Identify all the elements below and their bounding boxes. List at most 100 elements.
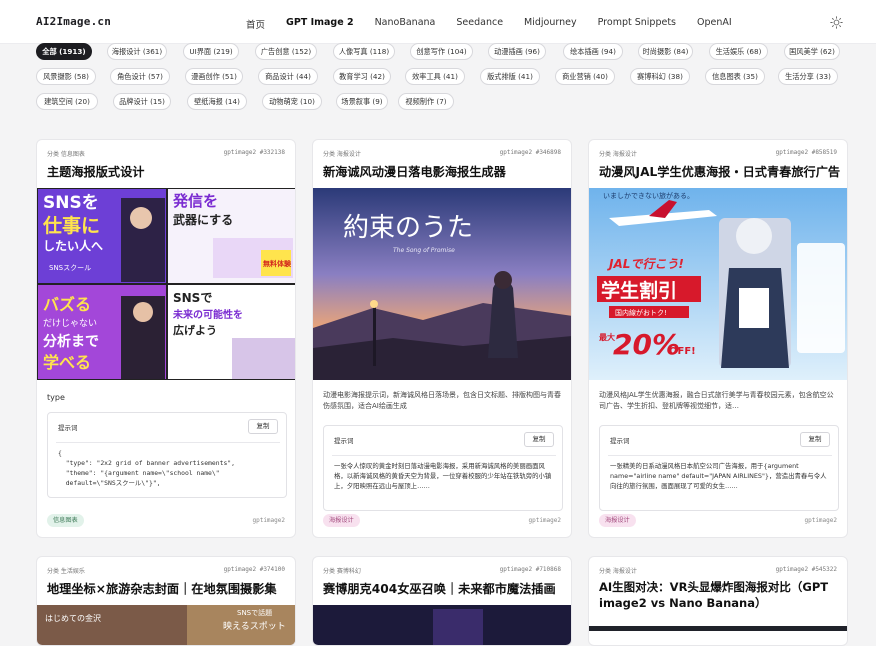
card-image[interactable]: [313, 605, 571, 645]
copy-button[interactable]: 复制: [524, 432, 554, 447]
card-title[interactable]: 新海诚风动漫日落电影海报生成器: [323, 162, 506, 180]
main-nav: 首页 GPT Image 2 NanoBanana Seedance Midjo…: [246, 17, 753, 31]
top-navigation-bar: AI2Image.cn 首页 GPT Image 2 NanoBanana Se…: [0, 0, 876, 44]
filter-chip[interactable]: 国风美学 (62): [784, 43, 840, 60]
prompt-box: 提示词 复制 一张令人惊叹的黄金时刻日落动漫电影海报，采用新海诚风格的美丽画面风…: [323, 425, 563, 511]
poster-text: 学べる: [43, 353, 91, 372]
filter-chip[interactable]: 品牌设计 (15): [113, 93, 171, 110]
filter-chip[interactable]: 生活娱乐 (68): [709, 43, 768, 60]
filter-chip[interactable]: 版式排版 (41): [480, 68, 540, 85]
nav-prompt-snippets[interactable]: Prompt Snippets: [598, 17, 676, 31]
prompt-text: { "type": "2x2 grid of banner advertisem…: [58, 449, 235, 487]
filter-chip[interactable]: 商业营销 (40): [555, 68, 615, 85]
divider: [608, 455, 832, 456]
card-tag[interactable]: 海报设计: [323, 514, 360, 527]
card-tag[interactable]: 信息图表: [47, 514, 84, 527]
card-image[interactable]: SNSを 仕事に したい人へ SNSスクール 発信を 武器にする 無料体験 バズ…: [37, 188, 295, 380]
filter-chip[interactable]: 视频制作 (7): [398, 93, 454, 110]
card-category: 分类 海报设计: [599, 568, 637, 575]
filter-chip[interactable]: 生活分享 (33): [778, 68, 838, 85]
prompt-label: 提示词: [58, 424, 78, 432]
card-type-label: type: [47, 393, 65, 402]
prompt-label: 提示词: [610, 437, 630, 445]
poster-text: 無料体験: [263, 259, 292, 268]
prompt-card[interactable]: 分类 海报设计 gptimage2 #545322 AI生图对决：VR头显爆炸图…: [588, 556, 848, 646]
filter-chip[interactable]: 漫画创作 (51): [185, 68, 243, 85]
nav-nanobanana[interactable]: NanoBanana: [375, 17, 436, 31]
card-id: gptimage2 #332138: [223, 149, 285, 156]
filter-chip[interactable]: 动物萌宠 (10): [262, 93, 322, 110]
card-description: 动漫电影海报提示词，新海诚风格日落场景，包含日文标题、排版构图与青春伤感氛围，适…: [323, 391, 561, 410]
poster-text: SNSで: [173, 291, 212, 305]
card-title[interactable]: 主题海报版式设计: [47, 162, 145, 180]
poster-title: 約束のうた: [343, 213, 473, 243]
poster-text: 仕事に: [42, 214, 100, 237]
prompt-text: 一张精美的日系动漫风格日本航空公司广告海报，用于{argument name="…: [610, 462, 827, 490]
filter-chip[interactable]: 教育学习 (42): [333, 68, 391, 85]
filter-chip-all[interactable]: 全部 (1913): [36, 43, 92, 60]
prompt-box: 提示词 复制 一张精美的日系动漫风格日本航空公司广告海报，用于{argument…: [599, 425, 839, 511]
card-image[interactable]: はじめての金沢 SNSで話題 映えるスポット: [37, 605, 295, 645]
card-tag[interactable]: 海报设计: [599, 514, 636, 527]
card-image[interactable]: 約束のうた The Song of Promise: [313, 188, 571, 380]
filter-chip[interactable]: 创意写作 (104): [410, 43, 473, 60]
filter-chip[interactable]: 角色设计 (57): [110, 68, 170, 85]
site-logo[interactable]: AI2Image.cn: [36, 15, 111, 28]
filter-chip[interactable]: 商品设计 (44): [258, 68, 318, 85]
poster-text: OFF!: [669, 346, 696, 357]
filter-chip[interactable]: 信息图表 (35): [705, 68, 765, 85]
poster-text: 未来の可能性を: [172, 308, 243, 321]
filter-chip[interactable]: 人像写真 (118): [333, 43, 395, 60]
poster-text: したい人へ: [43, 238, 103, 253]
card-image[interactable]: [589, 621, 847, 631]
nav-midjourney[interactable]: Midjourney: [524, 17, 577, 31]
nav-seedance[interactable]: Seedance: [456, 17, 503, 31]
card-title[interactable]: 地理坐标×旅游杂志封面｜在地氛围摄影集: [47, 579, 277, 597]
nav-openai[interactable]: OpenAI: [697, 17, 732, 31]
filter-chip[interactable]: 风景摄影 (58): [36, 68, 96, 85]
prompt-text: 一张令人惊叹的黄金时刻日落动漫电影海报，采用新海诚风格的美丽画面风格，以新海诚风…: [334, 462, 552, 490]
filter-chip[interactable]: 广告创意 (152): [255, 43, 317, 60]
poster-text: だけじゃない: [43, 318, 97, 329]
card-description: 动漫风格JAL学生优惠海报，融合日式旅行美学与青春校园元素，包含航空公司广告、学…: [599, 391, 834, 410]
poster-text: SNSを: [43, 193, 99, 213]
poster-text: いましかできない旅がある。: [603, 191, 694, 200]
sun-icon[interactable]: [830, 16, 843, 29]
filter-chip[interactable]: 动漫插画 (96): [488, 43, 546, 60]
copy-button[interactable]: 复制: [800, 432, 830, 447]
filter-chip[interactable]: 海报设计 (361): [107, 43, 167, 60]
filter-chip[interactable]: 绘本插画 (94): [563, 43, 623, 60]
filter-chip[interactable]: 场景叙事 (9): [336, 93, 388, 110]
poster-text: 広げよう: [173, 323, 217, 337]
nav-gpt-image-2[interactable]: GPT Image 2: [286, 17, 354, 31]
filter-chip[interactable]: 建筑空间 (20): [36, 93, 98, 110]
card-category: 分类 信息图表: [47, 151, 85, 158]
copy-button[interactable]: 复制: [248, 419, 278, 434]
prompt-card[interactable]: 分类 生活娱乐 gptimage2 #374100 地理坐标×旅游杂志封面｜在地…: [36, 556, 296, 646]
poster-text: 分析まで: [43, 333, 99, 350]
filter-chip[interactable]: 赛博科幻 (38): [630, 68, 690, 85]
prompt-card[interactable]: 分类 海报设计 gptimage2 #858519 动漫风JAL学生优惠海报・日…: [588, 139, 848, 538]
card-id: gptimage2 #374100: [223, 566, 285, 573]
filter-chip[interactable]: 效率工具 (41): [405, 68, 465, 85]
poster-text: SNSスクール: [49, 264, 91, 272]
prompt-card[interactable]: 分类 信息图表 gptimage2 #332138 主题海报版式设计 SNSを …: [36, 139, 296, 538]
filter-chip[interactable]: UI界面 (219): [183, 43, 239, 60]
card-image[interactable]: いましかできない旅がある。 JALで行こう! 学生割引 国内線がおトク! 最大 …: [589, 188, 847, 380]
card-title-continued[interactable]: image2 vs Nano Banana）: [599, 595, 766, 611]
card-id: gptimage2 #858519: [775, 149, 837, 156]
card-title[interactable]: AI生图对决：VR头显爆炸图海报对比（GPT: [599, 579, 828, 595]
prompt-card[interactable]: 分类 赛博科幻 gptimage2 #710868 赛博朋克404女巫召唤｜未来…: [312, 556, 572, 646]
nav-home[interactable]: 首页: [246, 17, 265, 31]
card-title[interactable]: 动漫风JAL学生优惠海报・日式青春旅行广告: [599, 162, 840, 180]
card-id: gptimage2 #346898: [499, 149, 561, 156]
prompt-label: 提示词: [334, 437, 354, 445]
card-category: 分类 赛博科幻: [323, 568, 361, 575]
card-title[interactable]: 赛博朋克404女巫召唤｜未来都市魔法插画: [323, 579, 556, 597]
filter-chip[interactable]: 壁纸海报 (14): [187, 93, 247, 110]
filter-chip[interactable]: 时尚摄影 (84): [638, 43, 693, 60]
poster-text: 発信を: [172, 192, 218, 210]
prompt-card[interactable]: 分类 海报设计 gptimage2 #346898 新海诚风动漫日落电影海报生成…: [312, 139, 572, 538]
card-id: gptimage2 #545322: [775, 566, 837, 573]
poster-text: 映えるスポット: [223, 620, 286, 632]
